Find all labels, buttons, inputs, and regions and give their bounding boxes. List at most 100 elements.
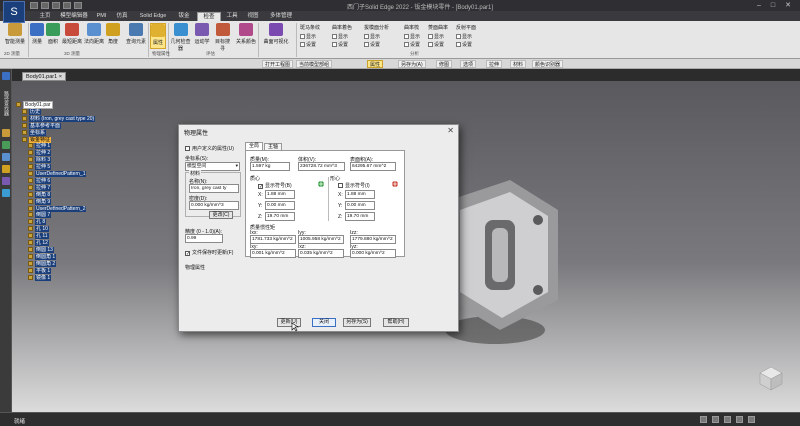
rotate-icon[interactable] — [736, 416, 743, 423]
tree-item[interactable]: 倒圆 7 — [28, 212, 52, 219]
tree-item[interactable]: 历史 — [22, 108, 42, 115]
ribbon-checkbox[interactable]: 设置 — [364, 41, 380, 48]
ribbon-button-4[interactable]: 最短距离 — [62, 23, 82, 49]
features-icon[interactable] — [2, 141, 10, 149]
checkbox-icon[interactable] — [185, 146, 190, 151]
tree-item[interactable]: 拉伸 1 — [28, 143, 52, 150]
tree-item[interactable]: 拉伸 7 — [28, 184, 52, 191]
checkbox-icon[interactable] — [456, 34, 461, 39]
ribbon-button-9[interactable]: 几何检查器 — [170, 23, 191, 52]
ribbon-button-7[interactable]: 查询元素 — [124, 23, 148, 49]
view-style-icon[interactable] — [748, 416, 755, 423]
tree-item[interactable]: 倒圆 13 — [28, 246, 54, 253]
tree-item[interactable]: 孔 12 — [28, 240, 49, 246]
cg-z-field[interactable]: 19.70 mm — [265, 212, 295, 221]
application-button[interactable]: S — [3, 1, 25, 23]
moi-field[interactable]: 0.000 kg/mm^2 — [350, 249, 396, 258]
open-icon[interactable] — [41, 2, 49, 9]
ribbon-checkbox[interactable]: 设置 — [332, 41, 348, 48]
volume-field[interactable]: 236728.72 mm^3 — [298, 162, 345, 171]
save-icon[interactable] — [52, 2, 60, 9]
tree-item[interactable]: 除料 3 — [28, 157, 52, 164]
tab-10[interactable]: 多体管理 — [265, 12, 297, 21]
layers-icon[interactable] — [2, 129, 10, 137]
checkbox-icon[interactable] — [332, 42, 337, 47]
ribbon-button-10[interactable]: 运动学 — [193, 23, 211, 49]
pan-icon[interactable] — [724, 416, 731, 423]
sensors-icon[interactable] — [2, 153, 10, 161]
tab-3[interactable]: PMI — [93, 12, 110, 21]
ribbon-checkbox[interactable]: 显示 — [456, 33, 472, 40]
checkbox-icon[interactable] — [456, 42, 461, 47]
checkbox-icon[interactable] — [332, 34, 337, 39]
ribbon-button-5[interactable]: 法向距离 — [84, 23, 104, 49]
ribbon-button-2[interactable]: 测量 — [30, 23, 44, 49]
cg-x-field[interactable]: 1.88 mm — [265, 190, 295, 199]
checkbox-icon[interactable] — [428, 34, 433, 39]
command-item-8[interactable]: 材料 — [510, 60, 527, 68]
close-icon[interactable]: ✕ — [783, 1, 793, 10]
command-item-2[interactable]: 当前模型部组 — [296, 60, 333, 68]
tab-9[interactable]: 视图 — [243, 12, 263, 21]
moi-field[interactable]: 0.035 kg/mm^2 — [298, 249, 344, 258]
ribbon-checkbox[interactable]: 显示 — [300, 33, 316, 40]
moi-field[interactable]: 1779.880 kg/mm^2 — [350, 235, 396, 244]
tree-item[interactable]: 倒角 9 — [28, 198, 52, 205]
close-button[interactable]: 关闭 — [312, 318, 336, 327]
ribbon-checkbox[interactable]: 显示 — [428, 33, 444, 40]
cm-x-field[interactable]: 1.88 mm — [345, 190, 375, 199]
checkbox-icon[interactable] — [404, 34, 409, 39]
ribbon-checkbox[interactable]: 显示 — [364, 33, 380, 40]
close-icon[interactable]: × — [59, 74, 62, 80]
tree-item[interactable]: 材料 (Iron, grey cast type 20) — [22, 115, 96, 122]
material-name-field[interactable]: Iron, grey cast ty — [189, 184, 239, 193]
checkbox-icon[interactable] — [338, 183, 343, 188]
tree-item[interactable]: 孔 10 — [28, 226, 49, 233]
views-icon[interactable] — [2, 189, 10, 197]
change-material-button[interactable]: 更改(C) — [209, 211, 233, 219]
checkbox-icon[interactable] — [404, 42, 409, 47]
checkbox-icon[interactable] — [364, 42, 369, 47]
ribbon-checkbox[interactable]: 设置 — [300, 41, 316, 48]
tree-item[interactable]: UserDefinedPattern_2 — [28, 205, 87, 212]
ribbon-checkbox[interactable]: 设置 — [404, 41, 420, 48]
undo-icon[interactable] — [63, 2, 71, 9]
tree-item[interactable]: 倒角 8 — [28, 191, 52, 198]
zoom-icon[interactable] — [700, 416, 707, 423]
ribbon-button-12[interactable]: 关系颜色 — [234, 23, 258, 49]
checkbox-checked-icon[interactable]: ✓ — [258, 184, 263, 190]
tab-1[interactable]: 主页 — [34, 12, 56, 21]
tab-6[interactable]: 钣金 — [174, 12, 194, 21]
checkbox-icon[interactable] — [364, 34, 369, 39]
ribbon-button-3[interactable]: 面积 — [46, 23, 60, 49]
tree-item[interactable]: 拉伸 6 — [28, 177, 52, 184]
command-item-4[interactable]: 另存为(A) — [398, 60, 426, 68]
tree-item[interactable]: 孔 11 — [28, 233, 49, 240]
tree-item[interactable]: 镜像 1 — [28, 274, 52, 281]
checkbox-checked-icon[interactable]: ✓ — [185, 251, 190, 257]
tree-item[interactable]: 拉伸 5 — [28, 164, 52, 171]
cg-y-field[interactable]: 0.00 mm — [265, 201, 295, 210]
cm-z-field[interactable]: 19.70 mm — [345, 212, 375, 221]
ribbon-button-13[interactable]: 曲面可视化 — [263, 23, 289, 49]
help-button[interactable]: 帮助(H) — [383, 318, 409, 327]
command-item-3[interactable]: 属性 — [367, 60, 384, 68]
ribbon-checkbox[interactable]: 设置 — [456, 41, 472, 48]
document-tab[interactable]: Body01.par1 × — [22, 72, 66, 81]
ribbon-checkbox[interactable]: 设置 — [428, 41, 444, 48]
ribbon-checkbox[interactable]: 显示 — [332, 33, 348, 40]
tab-8[interactable]: 工具 — [223, 12, 241, 21]
ribbon-button-1[interactable]: 智能测量 — [2, 23, 28, 49]
command-item-9[interactable]: 颜色识别器 — [532, 60, 564, 68]
pathfinder-icon[interactable] — [2, 72, 10, 80]
library-icon[interactable] — [2, 165, 10, 173]
tab-5[interactable]: Solid Edge Flex — [134, 12, 172, 28]
moi-field[interactable]: 1005.958 kg/mm^2 — [298, 235, 344, 244]
redo-icon[interactable] — [74, 2, 82, 9]
tree-item[interactable]: 倒圆角 1 — [28, 253, 57, 260]
tree-item[interactable]: 坐标系 — [22, 129, 47, 136]
maximize-icon[interactable]: □ — [768, 1, 778, 10]
center-of-mass-show-checkbox[interactable]: 显示符号(I) — [338, 182, 370, 189]
user-defined-checkbox[interactable]: 用户定义的属性(U) — [185, 145, 234, 152]
ribbon-button-8[interactable]: 属性 — [150, 23, 166, 49]
